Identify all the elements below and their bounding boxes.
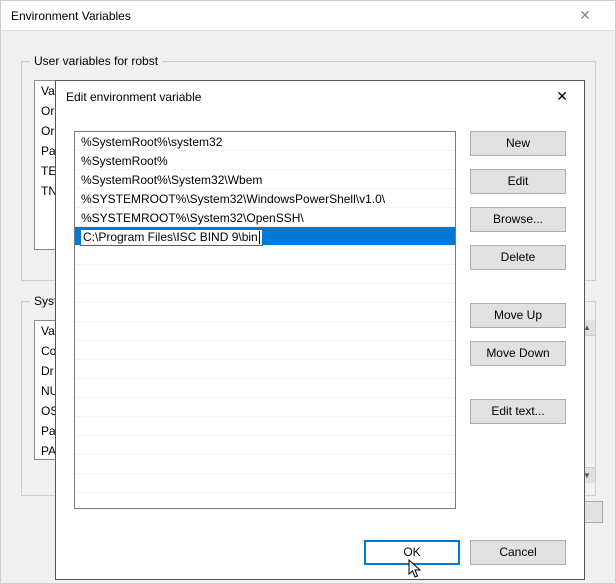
list-item[interactable] [75, 322, 455, 341]
list-item[interactable] [75, 265, 455, 284]
list-item[interactable]: %SYSTEMROOT%\System32\WindowsPowerShell\… [75, 189, 455, 208]
list-item[interactable] [75, 474, 455, 493]
modal-title-text: Edit environment variable [66, 90, 201, 104]
list-item[interactable] [75, 360, 455, 379]
list-item[interactable]: %SystemRoot% [75, 151, 455, 170]
path-entries-list[interactable]: %SystemRoot%\system32 %SystemRoot% %Syst… [74, 131, 456, 509]
list-item[interactable] [75, 417, 455, 436]
list-item[interactable] [75, 379, 455, 398]
cancel-button[interactable]: Cancel [470, 540, 566, 565]
list-item-editing[interactable]: C:\Program Files\ISC BIND 9\bin [75, 227, 455, 246]
obscured-button[interactable] [583, 501, 603, 523]
list-item[interactable] [75, 455, 455, 474]
parent-titlebar: Environment Variables ✕ [1, 1, 615, 31]
new-button[interactable]: New [470, 131, 566, 156]
browse-button[interactable]: Browse... [470, 207, 566, 232]
edit-button[interactable]: Edit [470, 169, 566, 194]
move-down-button[interactable]: Move Down [470, 341, 566, 366]
list-item[interactable] [75, 398, 455, 417]
list-item[interactable] [75, 341, 455, 360]
list-item[interactable]: %SystemRoot%\System32\Wbem [75, 170, 455, 189]
cursor-icon [408, 559, 424, 581]
list-item[interactable]: %SystemRoot%\system32 [75, 132, 455, 151]
user-vars-label: User variables for robst [30, 54, 162, 68]
list-item[interactable] [75, 246, 455, 265]
path-edit-input[interactable]: C:\Program Files\ISC BIND 9\bin [81, 230, 262, 245]
list-item[interactable] [75, 436, 455, 455]
modal-titlebar: Edit environment variable ✕ [56, 81, 584, 112]
list-item[interactable] [75, 303, 455, 322]
list-item[interactable] [75, 493, 455, 509]
list-item[interactable]: %SYSTEMROOT%\System32\OpenSSH\ [75, 208, 455, 227]
edit-text-button[interactable]: Edit text... [470, 399, 566, 424]
delete-button[interactable]: Delete [470, 245, 566, 270]
parent-title-text: Environment Variables [11, 9, 131, 23]
move-up-button[interactable]: Move Up [470, 303, 566, 328]
close-icon[interactable]: ✕ [550, 88, 574, 105]
close-icon[interactable]: ✕ [565, 7, 605, 24]
edit-env-var-dialog: Edit environment variable ✕ %SystemRoot%… [55, 80, 585, 580]
list-item[interactable] [75, 284, 455, 303]
